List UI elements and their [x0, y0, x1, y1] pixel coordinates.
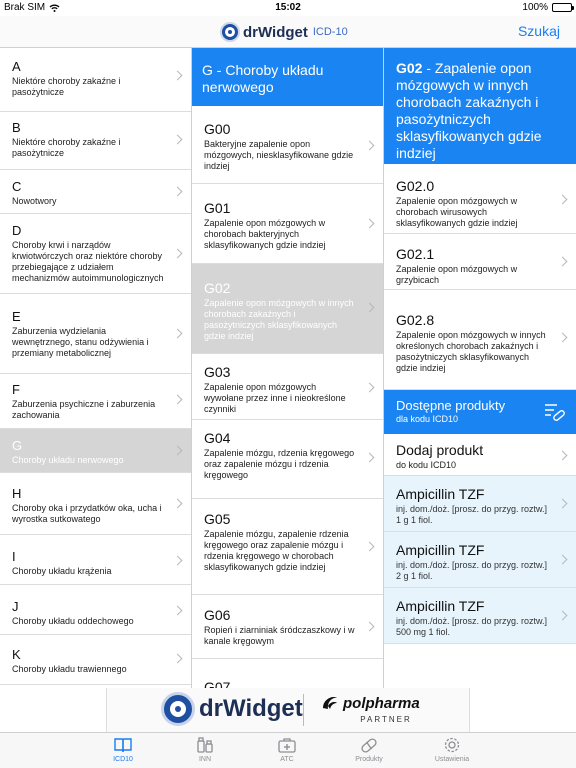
chapter-item-d[interactable]: D Choroby krwi i narządów krwiotwórczych… — [0, 214, 191, 294]
detail-header: G02 - Zapalenie opon mózgowych w innych … — [384, 48, 576, 164]
chevron-right-icon — [364, 382, 375, 393]
chapter-item-k[interactable]: K Choroby układu trawiennego — [0, 635, 191, 685]
chapter-item-c[interactable]: C Nowotwory — [0, 170, 191, 214]
products-header: Dostępne produkty dla kodu ICD10 — [384, 390, 576, 434]
book-icon — [114, 738, 132, 753]
chevron-right-icon — [364, 541, 375, 552]
chevron-right-icon — [172, 445, 183, 456]
drwidget-logo-icon — [161, 692, 195, 726]
chevron-right-icon — [364, 621, 375, 632]
subcode-item-g02-0[interactable]: G02.0 Zapalenie opon mózgowych w choroba… — [384, 164, 576, 234]
product-item[interactable]: Ampicillin TZF inj. dom./doż. [prosz. do… — [384, 476, 576, 532]
chevron-right-icon — [557, 256, 568, 267]
logo-text: drWidget — [243, 23, 308, 41]
partner-brand-text: polpharma — [343, 694, 420, 712]
logo-subtitle: ICD-10 — [312, 26, 348, 38]
products-subtitle: dla kodu ICD10 — [396, 414, 459, 424]
chevron-right-icon — [557, 610, 568, 621]
chapter-item-i[interactable]: I Choroby układu krążenia — [0, 535, 191, 585]
tab-inn[interactable]: INN — [175, 735, 235, 763]
block-item-g06[interactable]: G05 G06 Ropień i ziarniniak śródczaszkow… — [192, 595, 383, 659]
partner-banner[interactable]: drWidget polpharma PARTNER — [106, 688, 470, 732]
chevron-right-icon — [364, 452, 375, 463]
tab-produkty[interactable]: Produkty — [339, 735, 399, 763]
tab-bar: ICD10 INN ATC Produkty Ustawienia — [0, 732, 576, 768]
tab-atc[interactable]: ATC — [257, 735, 317, 763]
battery-percent: 100% — [522, 2, 548, 13]
block-item-g01[interactable]: G01 Zapalenie opon mózgowych w chorobach… — [192, 184, 383, 264]
products-title: Dostępne produkty — [396, 398, 506, 413]
tab-icd10[interactable]: ICD10 — [93, 735, 153, 763]
product-item[interactable]: Ampicillin TZF inj. dom./doż. [prosz. do… — [384, 532, 576, 588]
chevron-right-icon — [172, 134, 183, 145]
chapter-list[interactable]: A Niektóre choroby zakaźne i pasożytnicz… — [0, 48, 192, 688]
subcode-item-g02-8[interactable]: G02.8 Zapalenie opon mózgowych w innych … — [384, 290, 576, 390]
detail-header-code: G02 — [396, 60, 423, 76]
gear-icon — [444, 737, 460, 753]
block-item-g02[interactable]: G02 Zapalenie opon mózgowych w innych ch… — [192, 264, 383, 354]
chevron-right-icon — [364, 140, 375, 151]
status-time: 15:02 — [275, 2, 301, 13]
chapter-item-a[interactable]: A Niektóre choroby zakaźne i pasożytnicz… — [0, 48, 191, 112]
pill-icon — [361, 738, 377, 753]
status-bar: Brak SIM 15:02 100% — [0, 0, 576, 16]
chevron-right-icon — [364, 302, 375, 313]
chevron-right-icon — [557, 194, 568, 205]
block-list-header: G - Choroby układu nerwowego — [192, 48, 383, 106]
chevron-right-icon — [172, 605, 183, 616]
chevron-right-icon — [557, 554, 568, 565]
detail-panel[interactable]: G02 - Zapalenie opon mózgowych w innych … — [384, 48, 576, 688]
block-list[interactable]: G - Choroby układu nerwowego G00 Baktery… — [192, 48, 384, 688]
chapter-item-g[interactable]: G Choroby układu nerwowego — [0, 429, 191, 473]
chevron-right-icon — [172, 70, 183, 81]
add-product-button[interactable]: Dodaj produkt do kodu ICD10 — [384, 434, 576, 476]
battery-icon — [552, 3, 574, 12]
banner-brand-text: drWidget — [199, 695, 303, 722]
block-item-g03[interactable]: G03 Zapalenie opon mózgowych wywołane pr… — [192, 354, 383, 420]
chapter-item-j[interactable]: J Choroby układu oddechowego — [0, 585, 191, 635]
chevron-right-icon — [557, 450, 568, 461]
chapter-item-e[interactable]: E Zaburzenia wydzielania wewnętrznego, s… — [0, 294, 191, 374]
nav-bar: drWidget ICD-10 Szukaj — [0, 16, 576, 48]
banner-divider — [303, 694, 304, 726]
chapter-item-b[interactable]: B Niektóre choroby zakaźne i pasożytnicz… — [0, 112, 191, 170]
chevron-right-icon — [172, 498, 183, 509]
chevron-right-icon — [172, 248, 183, 259]
ad-banner-area: drWidget polpharma PARTNER — [0, 688, 576, 732]
chapter-item-h[interactable]: H Choroby oka i przydatków oka, ucha i w… — [0, 473, 191, 535]
medkit-icon — [278, 738, 296, 753]
chevron-right-icon — [364, 218, 375, 229]
polpharma-logo-icon — [323, 697, 337, 709]
search-button[interactable]: Szukaj — [518, 23, 560, 39]
chevron-right-icon — [172, 555, 183, 566]
pill-list-icon — [545, 404, 565, 421]
chevron-right-icon — [557, 332, 568, 343]
partner-label: PARTNER — [360, 715, 412, 724]
bottles-icon — [197, 737, 213, 753]
app-logo: drWidget ICD-10 — [220, 22, 348, 42]
block-item-g07[interactable]: G07 — [192, 659, 383, 688]
product-item[interactable]: Ampicillin TZF inj. dom./doż. [prosz. do… — [384, 588, 576, 644]
block-item-g00[interactable]: G00 Bakteryjne zapalenie opon mózgowych,… — [192, 106, 383, 184]
tab-ustawienia[interactable]: Ustawienia — [422, 735, 482, 763]
chevron-right-icon — [172, 653, 183, 664]
chapter-item-f[interactable]: F Zaburzenia psychiczne i zaburzenia zac… — [0, 374, 191, 429]
block-item-g04[interactable]: G04 Zapalenie mózgu, rdzenia kręgowego o… — [192, 420, 383, 499]
chevron-right-icon — [172, 328, 183, 339]
logo-mark-icon — [220, 22, 240, 42]
block-item-g05[interactable]: G05 Zapalenie mózgu, zapalenie rdzenia k… — [192, 499, 383, 595]
subcode-item-g02-1[interactable]: G02.1 Zapalenie opon mózgowych w grzybic… — [384, 234, 576, 290]
chevron-right-icon — [172, 186, 183, 197]
chevron-right-icon — [172, 394, 183, 405]
chevron-right-icon — [557, 498, 568, 509]
